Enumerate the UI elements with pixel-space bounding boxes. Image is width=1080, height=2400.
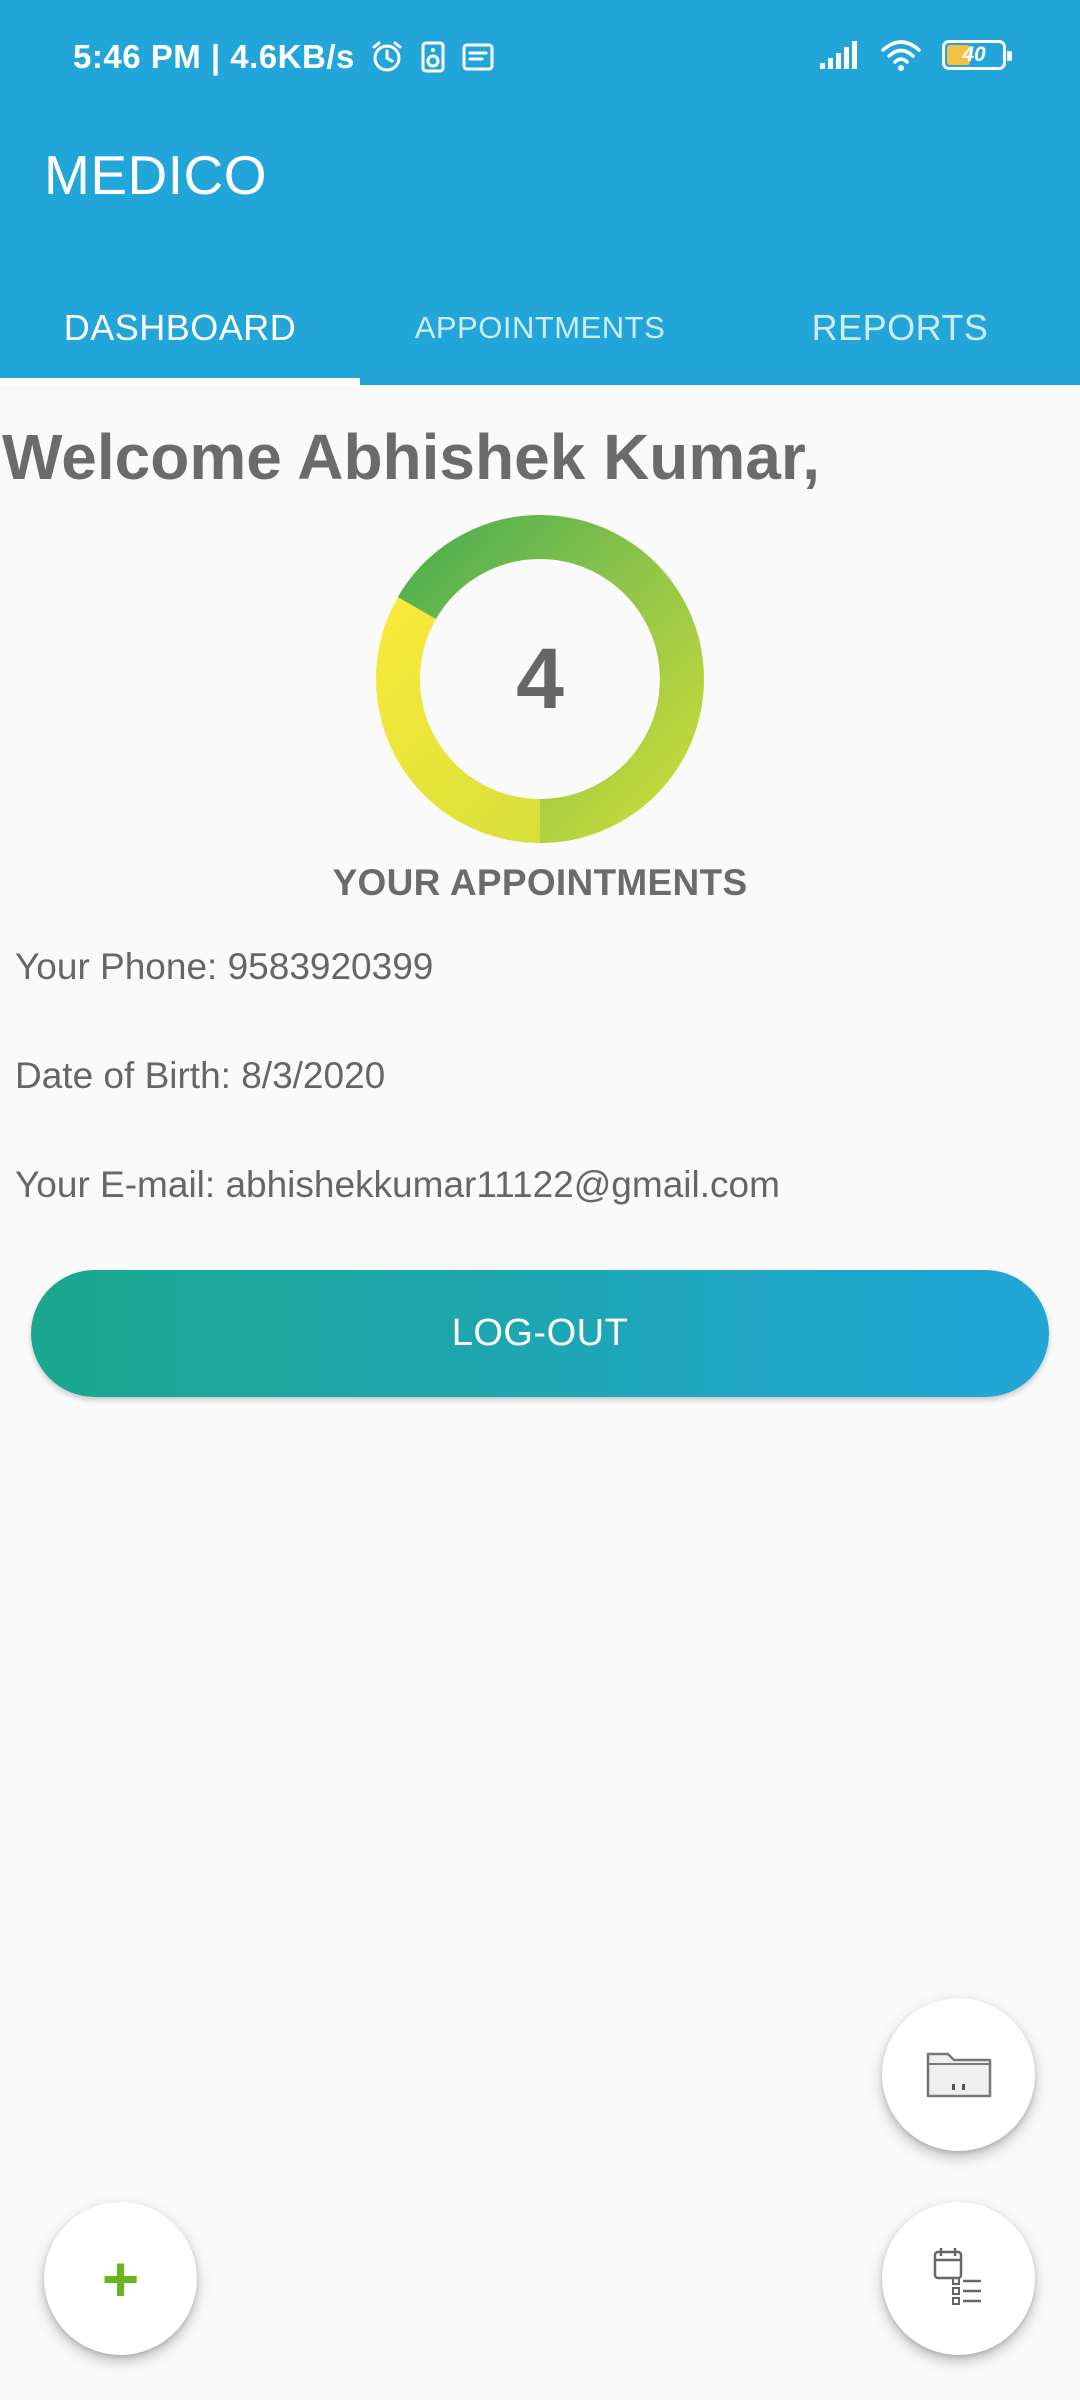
- signal-icon: [818, 39, 860, 71]
- tab-indicator: [0, 378, 360, 385]
- phone-text: Your Phone: 9583920399: [15, 946, 434, 987]
- alarm-icon: [369, 39, 405, 75]
- tab-reports-label: REPORTS: [811, 306, 989, 348]
- plus-icon: +: [101, 2242, 140, 2315]
- tab-appointments-label: APPOINTMENTS: [414, 309, 666, 345]
- appointments-label: YOUR APPOINTMENTS: [332, 862, 748, 903]
- tab-dashboard-label: DASHBOARD: [63, 306, 297, 348]
- welcome-heading: Welcome Abhishek Kumar,: [2, 421, 821, 493]
- battery-level: 40: [962, 43, 986, 66]
- folder-fab[interactable]: [882, 1998, 1035, 2151]
- tab-appointments[interactable]: APPOINTMENTS: [360, 270, 720, 385]
- logout-button[interactable]: LOG-OUT: [31, 1270, 1049, 1397]
- status-bar: 5:46 PM | 4.6KB/s 40: [0, 0, 1080, 118]
- folder-icon: [924, 2044, 994, 2105]
- appointments-count: 4: [516, 630, 564, 727]
- dob-text: Date of Birth: 8/3/2020: [15, 1055, 386, 1096]
- notes-icon: [461, 41, 495, 73]
- app-root: 5:46 PM | 4.6KB/s 40 MEDICO DASHBOARD AP…: [0, 0, 1080, 2400]
- appointment-list-fab[interactable]: [882, 2202, 1035, 2355]
- tab-reports[interactable]: REPORTS: [720, 270, 1080, 385]
- tab-bar: DASHBOARD APPOINTMENTS REPORTS: [0, 270, 1080, 385]
- status-time: 5:46 PM | 4.6KB/s: [73, 38, 355, 75]
- tab-dashboard[interactable]: DASHBOARD: [0, 270, 360, 385]
- email-text: Your E-mail: abhishekkumar11122@gmail.co…: [15, 1164, 780, 1205]
- wifi-icon: [880, 38, 922, 72]
- battery-icon: 40: [942, 40, 1012, 70]
- status-right: 40: [818, 38, 1012, 72]
- app-bar: 5:46 PM | 4.6KB/s 40 MEDICO DASHBOARD AP…: [0, 0, 1080, 385]
- speaker-icon: [419, 39, 447, 75]
- logout-label: LOG-OUT: [451, 1312, 629, 1354]
- status-left: 5:46 PM | 4.6KB/s: [73, 38, 495, 76]
- add-fab[interactable]: +: [44, 2202, 197, 2355]
- app-title: MEDICO: [44, 144, 267, 206]
- appointment-list-icon: [929, 2244, 989, 2313]
